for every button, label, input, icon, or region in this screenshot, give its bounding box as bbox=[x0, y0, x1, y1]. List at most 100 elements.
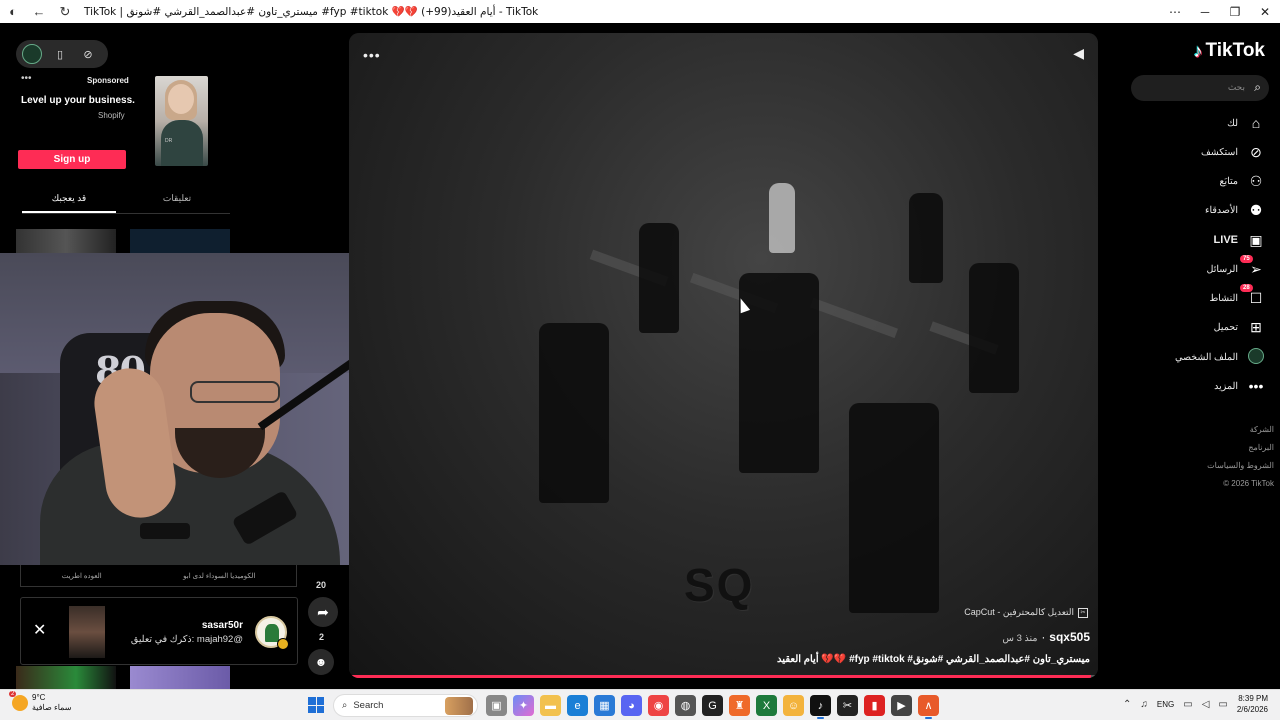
media-player-icon[interactable]: ▶ bbox=[891, 695, 912, 716]
search-input[interactable] bbox=[1139, 79, 1245, 97]
excel-icon[interactable]: X bbox=[756, 695, 777, 716]
volume-tray-icon[interactable]: ◁ bbox=[1202, 699, 1210, 710]
chrome-icon[interactable]: ◉ bbox=[648, 695, 669, 716]
copilot-icon[interactable]: ✦ bbox=[513, 695, 534, 716]
search-box[interactable]: ⌕ bbox=[1131, 75, 1269, 101]
tray-chevron-icon[interactable]: ⌃ bbox=[1123, 699, 1131, 710]
recommended-video-thumb[interactable] bbox=[16, 229, 116, 255]
ad-options-icon[interactable]: ••• bbox=[21, 73, 32, 84]
sidebar-item-label: LIVE bbox=[1213, 234, 1238, 246]
edge-icon[interactable]: e bbox=[567, 695, 588, 716]
sidebar-item-4[interactable]: LIVE ▣ bbox=[1214, 228, 1266, 252]
emoji-app-icon[interactable]: ☺ bbox=[783, 695, 804, 716]
sidebar-footer: الشركة البرنامج الشروط والسياسات © 2026 Tik… bbox=[1207, 421, 1274, 493]
sidebar-item-label: استكشف bbox=[1200, 146, 1238, 158]
weather-temp: 9°C bbox=[32, 693, 46, 702]
notification-username: sasar50r bbox=[201, 620, 243, 631]
sound-avatar-icon[interactable]: ☻ bbox=[308, 649, 334, 675]
battery-icon[interactable]: ▭ bbox=[1218, 699, 1227, 710]
compass-small-icon[interactable]: ⊘ bbox=[78, 45, 98, 63]
app-capcut-icon[interactable]: ✂ bbox=[837, 695, 858, 716]
mention-notification[interactable]: ✕ sasar50r ذكرك في تعليق: majah92@ bbox=[20, 597, 298, 665]
file-explorer-icon[interactable]: ▬ bbox=[540, 695, 561, 716]
video-player[interactable]: ••• ◀ SQ CapCut - التعديل كالمحترفين ✂ s… bbox=[349, 33, 1098, 678]
app-icon: ◐ bbox=[9, 4, 17, 19]
microphone-icon[interactable]: ♫ bbox=[1140, 699, 1148, 710]
discord-icon[interactable]: ◕ bbox=[621, 695, 642, 716]
figure bbox=[849, 403, 939, 613]
sidebar-item-3[interactable]: الأصدقاء ⚉ bbox=[1205, 198, 1266, 222]
network-icon[interactable]: ▭ bbox=[1183, 699, 1192, 710]
more-menu-button[interactable]: ⋯ bbox=[1160, 0, 1190, 23]
ad-thumbnail[interactable]: DR bbox=[155, 76, 208, 166]
close-icon[interactable]: ✕ bbox=[33, 620, 46, 640]
app-g-icon[interactable]: G bbox=[702, 695, 723, 716]
avatar-badge bbox=[277, 638, 289, 650]
brave-icon[interactable]: ♜ bbox=[729, 695, 750, 716]
notification-count-badge: 75 bbox=[1240, 254, 1253, 263]
recommended-video-thumb[interactable] bbox=[130, 229, 230, 255]
video-options-icon[interactable]: ••• bbox=[363, 47, 381, 63]
channel-logo[interactable] bbox=[22, 44, 42, 64]
github-icon[interactable]: ◍ bbox=[675, 695, 696, 716]
taskbar-search[interactable]: ⌕ Search bbox=[333, 694, 478, 717]
reload-icon[interactable]: ↻ bbox=[52, 0, 78, 23]
tiktok-logo[interactable]: ♪ TikTok bbox=[1194, 40, 1265, 62]
back-icon[interactable]: ← bbox=[26, 0, 52, 23]
sidebar-item-8[interactable]: الملف الشخصي bbox=[1175, 345, 1266, 369]
volume-icon[interactable]: ◀ bbox=[1073, 45, 1084, 62]
tiktok-taskbar-icon[interactable]: ♪ bbox=[810, 695, 831, 719]
minimize-button[interactable]: ─ bbox=[1190, 0, 1220, 23]
capcut-label[interactable]: CapCut - التعديل كالمحترفين ✂ bbox=[964, 607, 1088, 618]
sign-up-button[interactable]: Sign up bbox=[18, 150, 126, 169]
share-count: 2 bbox=[319, 632, 325, 642]
recommended-row[interactable]: العوده اطريت الكوميديا السوداء لدى ابو bbox=[20, 565, 297, 587]
figure bbox=[639, 223, 679, 333]
footer-link[interactable]: الشركة bbox=[1207, 421, 1274, 439]
sidebar-item-7[interactable]: تحميل ⊞ bbox=[1214, 315, 1266, 339]
footer-link[interactable]: © 2026 TikTok bbox=[1207, 475, 1274, 493]
sidebar-item-1[interactable]: استكشف ⊘ bbox=[1201, 140, 1266, 164]
footer-link[interactable]: البرنامج bbox=[1207, 439, 1274, 457]
taskbar-search-icon: ⌕ bbox=[342, 700, 348, 711]
sidebar-item-label: الأصدقاء bbox=[1204, 204, 1238, 216]
store-icon[interactable]: ▦ bbox=[594, 695, 615, 716]
app-red-icon[interactable]: ▮ bbox=[864, 695, 885, 716]
task-view-icon[interactable]: ▣ bbox=[486, 695, 507, 716]
phone-icon[interactable]: ▯ bbox=[50, 45, 70, 63]
close-window-button[interactable]: ✕ bbox=[1250, 0, 1280, 23]
sidebar-item-2[interactable]: متابَع ⚇ bbox=[1219, 169, 1266, 193]
restore-button[interactable]: ❐ bbox=[1220, 0, 1250, 23]
tab-you-may-like[interactable]: قد يعجبك bbox=[22, 193, 116, 204]
more-icon: ••• bbox=[1248, 378, 1264, 394]
compass-icon: ⊘ bbox=[1250, 143, 1262, 160]
active-tab-indicator bbox=[22, 211, 116, 213]
weather-widget[interactable]: 2 9°C سماء صافية bbox=[9, 691, 72, 713]
sidebar-item-0[interactable]: لك ⌂ bbox=[1227, 111, 1266, 135]
brand-name: TikTok bbox=[1205, 40, 1265, 61]
clock[interactable]: 8:39 PM 2/6/2026 bbox=[1237, 693, 1268, 715]
app-orange-icon[interactable]: ∧ bbox=[918, 695, 939, 719]
video-author[interactable]: sqx505 · منذ 3 س bbox=[1002, 630, 1090, 644]
search-icon[interactable]: ⌕ bbox=[1254, 80, 1261, 95]
start-button[interactable] bbox=[308, 697, 324, 713]
share-icon[interactable]: ➦ bbox=[308, 597, 338, 627]
recommended-video-thumb[interactable] bbox=[130, 666, 230, 689]
tab-comments[interactable]: تعليقات bbox=[130, 193, 224, 204]
video-caption: أيام العقيد 💔💔 #fyp #tiktok #ميستري_تاون… bbox=[777, 654, 1090, 665]
recommended-video-thumb[interactable] bbox=[16, 666, 116, 689]
author-name[interactable]: sqx505 bbox=[1049, 630, 1090, 644]
sidebar-item-label: لك bbox=[1227, 117, 1238, 129]
ad-thumb-label: DR bbox=[165, 138, 173, 144]
notification-message: ذكرك في تعليق: majah92@ bbox=[130, 634, 243, 645]
sidebar-item-label: الملف الشخصي bbox=[1175, 351, 1238, 363]
video-progress-bar[interactable] bbox=[349, 675, 1098, 678]
sidebar-item-5[interactable]: الرسائل ➢ 75 bbox=[1207, 254, 1266, 281]
notification-video-thumb[interactable] bbox=[69, 606, 105, 658]
language-indicator[interactable]: ENG bbox=[1157, 700, 1174, 709]
weather-badge: 2 bbox=[9, 691, 17, 697]
footer-link[interactable]: الشروط والسياسات bbox=[1207, 457, 1274, 475]
sidebar-item-6[interactable]: النشاط ☐ 28 bbox=[1209, 283, 1266, 310]
sidebar-item-9[interactable]: المزيد ••• bbox=[1214, 374, 1266, 398]
ad-brand: Shopify bbox=[98, 111, 125, 120]
